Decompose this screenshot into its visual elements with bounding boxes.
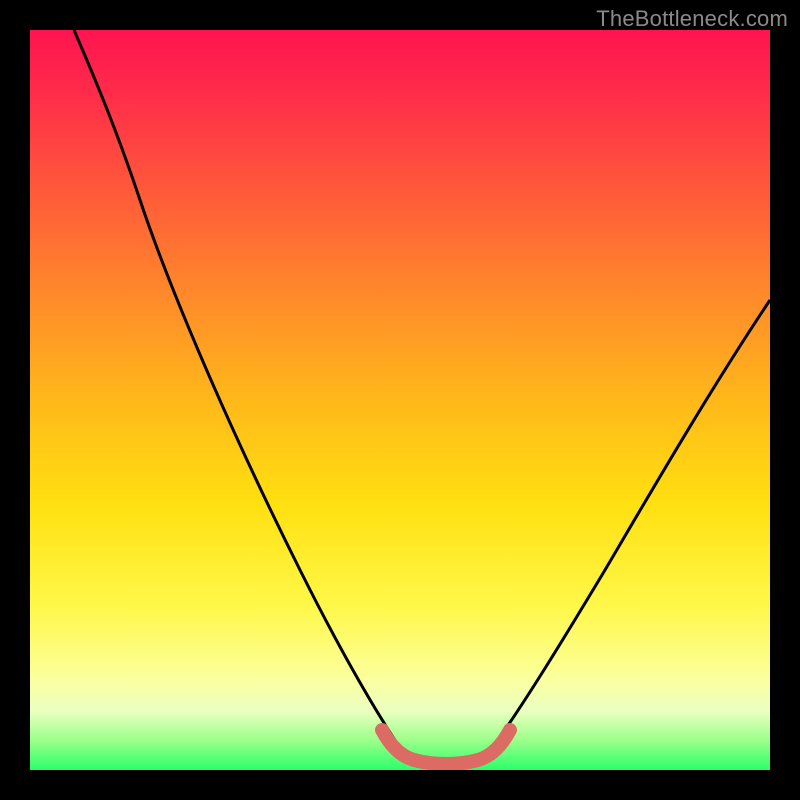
watermark-text: TheBottleneck.com <box>596 6 788 32</box>
optimal-band-highlight <box>382 730 510 764</box>
curve-layer <box>30 30 770 770</box>
chart-frame: TheBottleneck.com <box>0 0 800 800</box>
plot-area <box>30 30 770 770</box>
bottleneck-curve <box>74 30 770 764</box>
